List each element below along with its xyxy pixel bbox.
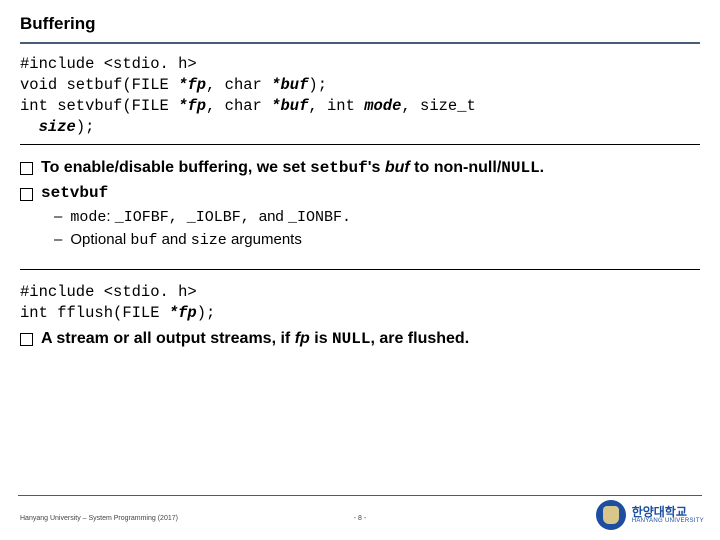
logo-text: 한양대학교 HANYANG UNIVERSITY [632, 506, 704, 524]
sub-text: mode: _IOFBF, _IOLBF, and _IONBF. [70, 207, 351, 228]
code-line: #include <stdio. h> [20, 54, 700, 75]
code-block-setbuf: #include <stdio. h> void setbuf(FILE *fp… [20, 54, 700, 138]
sub-bullet: – Optional buf and size arguments [54, 230, 700, 251]
code-line: int fflush(FILE *fp); [20, 303, 700, 324]
dash-icon: – [54, 230, 62, 250]
slide: Buffering #include <stdio. h> void setbu… [0, 0, 720, 540]
logo-lion-icon [603, 506, 619, 524]
bullet-list: A stream or all output streams, if fp is… [20, 328, 700, 351]
bullet-marker-icon [20, 333, 33, 346]
bullet-text: To enable/disable buffering, we set setb… [41, 157, 544, 180]
title-divider [20, 42, 700, 44]
dash-icon: – [54, 207, 62, 227]
bullet-item: To enable/disable buffering, we set setb… [20, 157, 700, 180]
code-block-fflush: #include <stdio. h> int fflush(FILE *fp)… [20, 282, 700, 324]
bullet-text: A stream or all output streams, if fp is… [41, 328, 469, 351]
bullet-item: A stream or all output streams, if fp is… [20, 328, 700, 351]
logo-english: HANYANG UNIVERSITY [632, 518, 704, 524]
code-line: void setbuf(FILE *fp, char *buf); [20, 75, 700, 96]
footer-text: Hanyang University – System Programming … [20, 515, 178, 522]
sub-list: – mode: _IOFBF, _IOLBF, and _IONBF. – Op… [54, 207, 700, 252]
footer-divider [18, 495, 702, 496]
page-number: - 8 - [354, 515, 366, 522]
bullet-list: To enable/disable buffering, we set setb… [20, 157, 700, 252]
code-line: #include <stdio. h> [20, 282, 700, 303]
code-line: size); [20, 117, 700, 138]
divider [20, 144, 700, 145]
logo-korean: 한양대학교 [632, 506, 704, 518]
bullet-marker-icon [20, 162, 33, 175]
slide-title: Buffering [20, 14, 700, 42]
bullet-item: setvbuf [20, 183, 700, 205]
divider [20, 269, 700, 270]
bullet-text: setvbuf [41, 183, 108, 205]
logo-emblem-icon [596, 500, 626, 530]
bullet-marker-icon [20, 188, 33, 201]
sub-text: Optional buf and size arguments [70, 230, 302, 251]
code-line: int setvbuf(FILE *fp, char *buf, int mod… [20, 96, 700, 117]
sub-bullet: – mode: _IOFBF, _IOLBF, and _IONBF. [54, 207, 700, 228]
university-logo: 한양대학교 HANYANG UNIVERSITY [596, 500, 704, 530]
